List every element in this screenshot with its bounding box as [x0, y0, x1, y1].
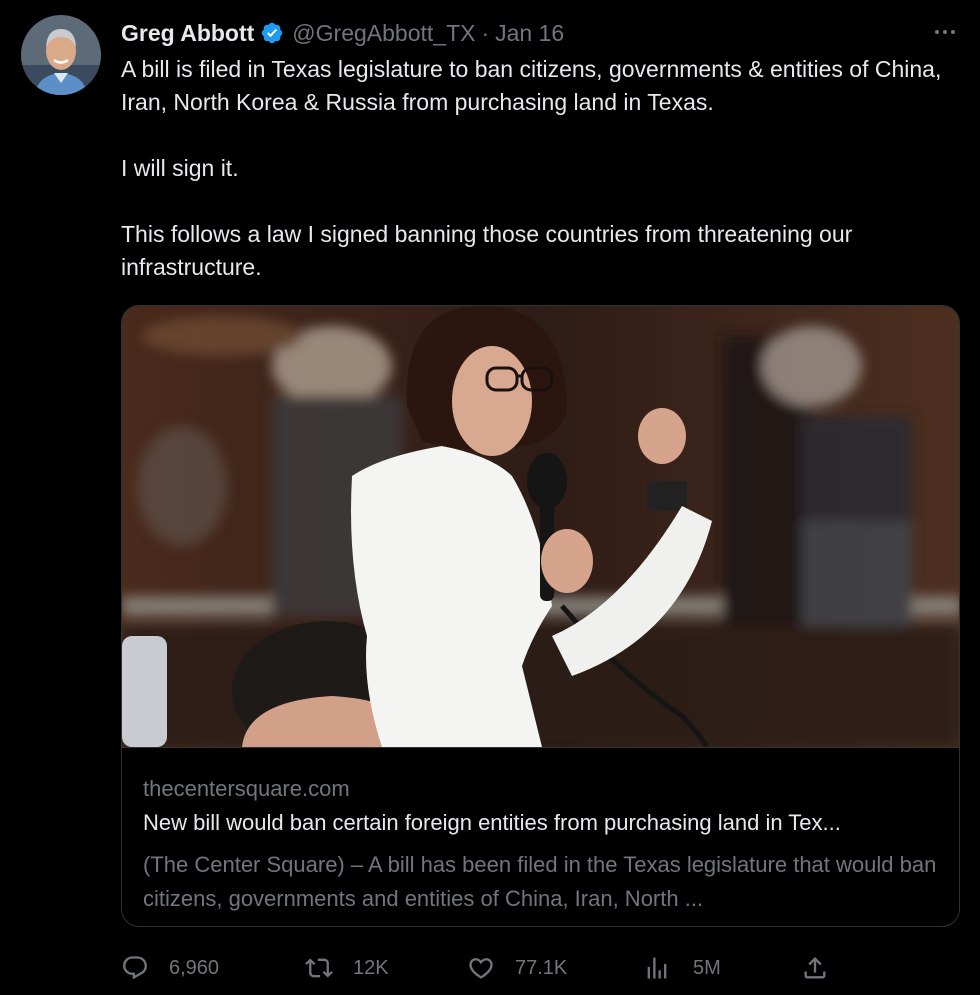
- card-title: New bill would ban certain foreign entit…: [143, 810, 841, 835]
- share-icon: [804, 957, 826, 979]
- views-icon: [647, 957, 667, 979]
- share-button[interactable]: [801, 948, 849, 988]
- like-button[interactable]: 77.1K: [467, 948, 567, 988]
- reply-count: 6,960: [169, 956, 220, 979]
- retweet-count: 12K: [353, 956, 389, 979]
- profile-photo-icon: [21, 15, 101, 95]
- more-dot: [943, 30, 947, 34]
- tweet-date[interactable]: Jan 16: [495, 20, 564, 47]
- reply-button[interactable]: 6,960: [121, 948, 219, 988]
- retweet-button[interactable]: 12K: [305, 948, 389, 988]
- separator-dot: ·: [481, 19, 490, 46]
- link-card[interactable]: thecentersquare.com New bill would ban c…: [121, 305, 960, 927]
- card-description: (The Center Square) – A bill has been fi…: [143, 852, 937, 911]
- more-dot: [935, 30, 939, 34]
- verified-badge-icon[interactable]: [260, 21, 284, 45]
- retweet-icon: [305, 958, 333, 978]
- more-dot: [951, 30, 955, 34]
- more-options-icon[interactable]: [930, 20, 960, 44]
- author-name[interactable]: Greg Abbott: [121, 20, 254, 47]
- card-body[interactable]: thecentersquare.com New bill would ban c…: [122, 747, 959, 926]
- tweet-paragraph: A bill is filed in Texas legislature to …: [121, 56, 942, 115]
- tweet-paragraph: This follows a law I signed banning thos…: [121, 221, 853, 280]
- heart-icon: [469, 958, 493, 979]
- tweet-header: Greg Abbott @GregAbbott_TX · Jan 16: [121, 17, 564, 49]
- views-button[interactable]: 5M: [643, 948, 721, 988]
- views-count: 5M: [693, 956, 721, 979]
- news-photo-icon: [122, 306, 959, 747]
- card-domain: thecentersquare.com: [143, 776, 350, 801]
- like-count: 77.1K: [515, 956, 568, 979]
- reply-icon: [123, 956, 147, 980]
- action-bar: 6,960 12K 77.1K 5M: [121, 948, 841, 988]
- card-image[interactable]: [122, 306, 959, 747]
- author-handle[interactable]: @GregAbbott_TX: [292, 20, 475, 47]
- tweet-paragraph: I will sign it.: [121, 155, 239, 181]
- avatar[interactable]: [21, 15, 101, 95]
- tweet-text: A bill is filed in Texas legislature to …: [121, 53, 961, 284]
